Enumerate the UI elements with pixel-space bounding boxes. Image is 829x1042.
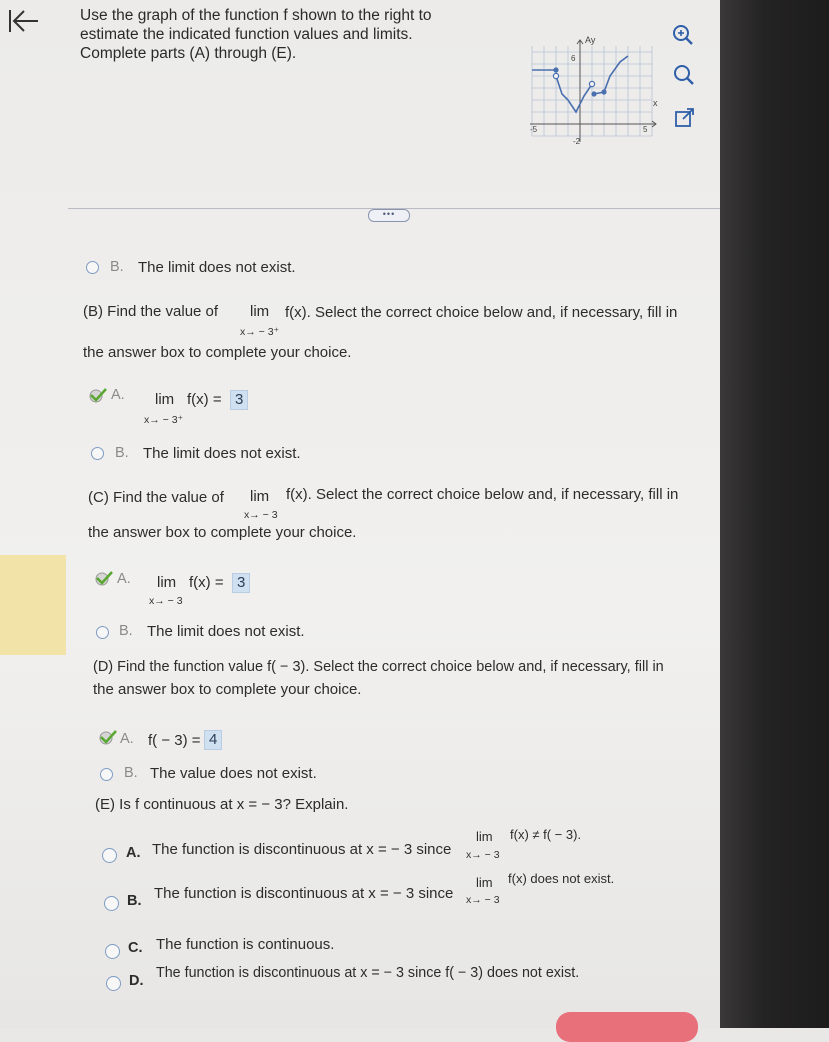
partE-choiceC-radio[interactable] — [105, 944, 120, 959]
partC-choiceB-radio[interactable] — [96, 626, 109, 639]
function-graph[interactable]: Ay x 6 -5 5 -2 — [528, 32, 660, 148]
partC-question-line2: the answer box to complete your choice. — [88, 524, 357, 541]
partB-choiceB-radio[interactable] — [91, 447, 104, 460]
background-edge — [720, 0, 829, 1028]
partB-question-line2: the answer box to complete your choice. — [83, 344, 352, 361]
partC-answer-box[interactable]: 3 — [232, 573, 251, 593]
partE-choiceB-radio[interactable] — [104, 896, 119, 911]
prompt-line-2: estimate the indicated function values a… — [80, 26, 413, 43]
partA-choiceB-letter: B. — [110, 259, 124, 275]
partC-choiceA-fx: f(x) = — [189, 574, 224, 591]
partD-question-line1: (D) Find the function value f( − 3). Sel… — [93, 659, 664, 675]
partE-choiceD-letter: D. — [129, 973, 144, 989]
x-axis-label: x — [653, 98, 658, 108]
partE-choiceD-text: The function is discontinuous at x = − 3… — [156, 965, 580, 981]
partB-choiceB-letter: B. — [115, 445, 129, 461]
zoom-in-icon[interactable] — [670, 22, 696, 48]
partB-question-lim: lim — [250, 303, 270, 320]
partB-choiceA-check-icon[interactable] — [88, 387, 108, 403]
partB-choiceA-lim: lim — [155, 391, 175, 408]
prompt-line-3: Complete parts (A) through (E). — [80, 45, 297, 62]
partE-choiceD-radio[interactable] — [106, 976, 121, 991]
partB-question-rest: f(x). Select the correct choice below an… — [285, 304, 678, 321]
partC-question-lim: lim — [250, 488, 270, 505]
partE-choiceB-subscript: x→ − 3 — [466, 894, 500, 906]
y-axis-label: Ay — [585, 35, 596, 45]
partE-choiceB-lim: lim — [476, 875, 493, 890]
partB-choiceA-subscript: x→ − 3⁺ — [144, 414, 184, 426]
partE-choiceA-lim: lim — [476, 829, 493, 844]
submit-button[interactable] — [556, 1012, 698, 1042]
problem-prompt: Use the graph of the function f shown to… — [80, 6, 470, 63]
partD-question-line2: the answer box to complete your choice. — [93, 681, 362, 698]
partE-choiceC-text: The function is continuous. — [156, 936, 335, 953]
partA-choiceB-text: The limit does not exist. — [138, 259, 296, 276]
partC-choiceB-letter: B. — [119, 623, 133, 639]
partB-answer-box[interactable]: 3 — [230, 390, 249, 410]
partE-choiceA-subscript: x→ − 3 — [466, 849, 500, 861]
partE-choiceB-text: The function is discontinuous at x = − 3… — [154, 885, 454, 902]
partC-choiceA-letter: A. — [117, 571, 131, 587]
popout-icon[interactable] — [671, 105, 697, 131]
tick-bottom: -2 — [573, 137, 581, 146]
partE-choiceA-letter: A. — [126, 845, 141, 861]
partC-choiceA-check-icon[interactable] — [94, 570, 114, 586]
partE-choiceB-tail: f(x) does not exist. — [508, 871, 615, 886]
magnifier-icon[interactable] — [671, 62, 697, 88]
partD-choiceA-fx: f( − 3) = — [148, 732, 201, 749]
partA-choiceB-radio[interactable] — [86, 261, 99, 274]
partD-choiceA-check-icon[interactable] — [98, 729, 118, 745]
partC-question-prefix: (C) Find the value of — [88, 489, 224, 506]
partD-choiceA-letter: A. — [120, 731, 134, 747]
partB-question-subscript: x→ − 3⁺ — [240, 326, 280, 338]
partD-choiceB-text: The value does not exist. — [150, 765, 317, 782]
partC-question-subscript: x→ − 3 — [244, 509, 278, 521]
partE-choiceA-text: The function is discontinuous at x = − 3… — [152, 841, 452, 858]
partB-question-prefix: (B) Find the value of — [83, 303, 219, 320]
partB-choiceA-fx: f(x) = — [187, 391, 222, 408]
tick-left: -5 — [530, 125, 538, 134]
highlight-band — [0, 555, 66, 655]
prompt-line-1: Use the graph of the function f shown to… — [80, 7, 432, 24]
partD-choiceB-letter: B. — [124, 765, 138, 781]
tick-top: 6 — [571, 54, 576, 63]
back-arrow-icon[interactable] — [4, 6, 40, 36]
partB-choiceB-text: The limit does not exist. — [143, 445, 301, 462]
partE-choiceC-letter: C. — [128, 940, 143, 956]
partE-choiceB-letter: B. — [127, 893, 142, 909]
partD-choiceB-radio[interactable] — [100, 768, 113, 781]
partC-choiceB-text: The limit does not exist. — [147, 623, 305, 640]
partD-answer-box[interactable]: 4 — [204, 730, 223, 750]
partC-choiceA-lim: lim — [157, 574, 177, 591]
more-button[interactable]: ••• — [368, 209, 410, 222]
partE-question: (E) Is f continuous at x = − 3? Explain. — [95, 796, 349, 813]
partE-choiceA-radio[interactable] — [102, 848, 117, 863]
partB-choiceA-letter: A. — [111, 387, 125, 403]
partE-choiceA-tail: f(x) ≠ f( − 3). — [510, 827, 582, 842]
tick-right: 5 — [643, 125, 648, 134]
graph-grid — [531, 46, 653, 137]
partC-question-rest: f(x). Select the correct choice below an… — [286, 486, 679, 503]
partC-choiceA-subscript: x→ − 3 — [149, 595, 183, 607]
